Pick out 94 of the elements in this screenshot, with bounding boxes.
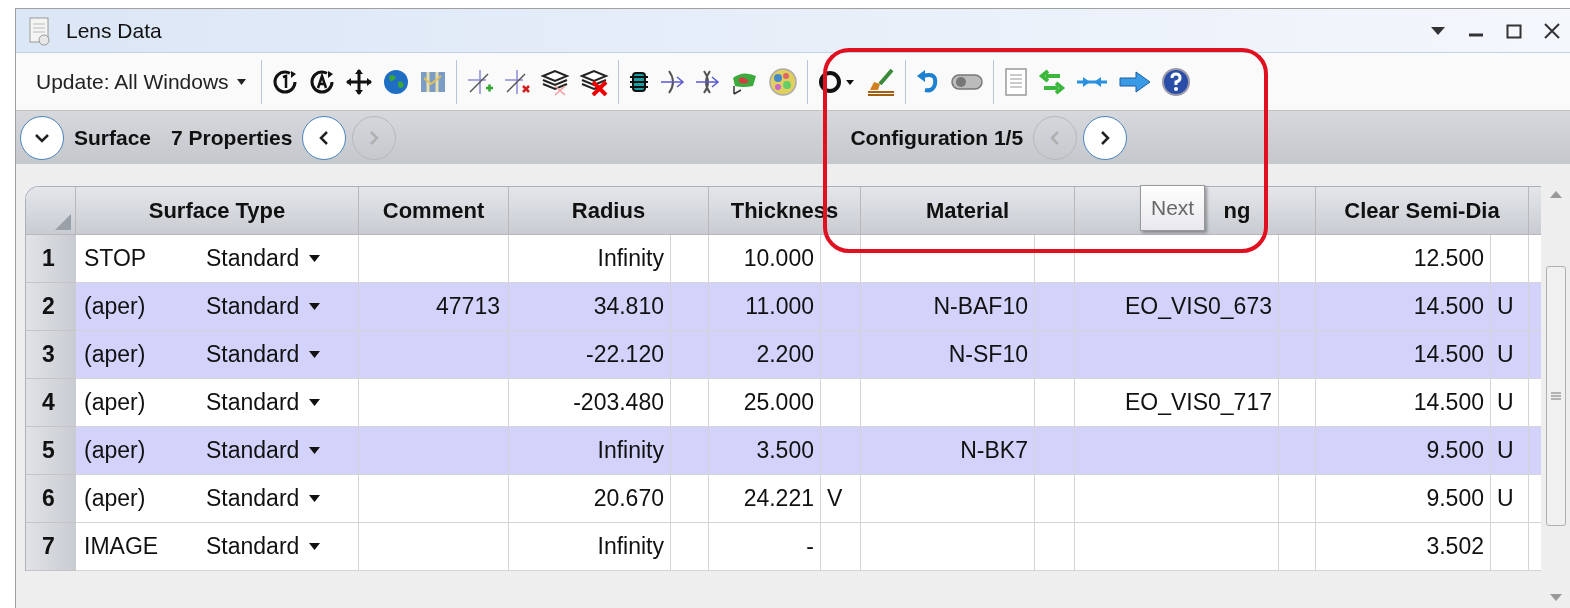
- table-cell: Infinity: [509, 523, 671, 571]
- solve-cell: U: [1491, 427, 1529, 475]
- corner-cell[interactable]: [26, 187, 76, 235]
- help-icon[interactable]: [1160, 66, 1191, 97]
- caret-icon: [309, 447, 321, 454]
- table-cell: (aper): [76, 283, 206, 331]
- row-number[interactable]: 3: [26, 331, 76, 379]
- table-cell: 14.500: [1316, 283, 1491, 331]
- table-cell: -22.120: [509, 331, 671, 379]
- caret-icon: [309, 543, 321, 550]
- delete-line-icon[interactable]: [502, 67, 531, 96]
- row-number[interactable]: 2: [26, 283, 76, 331]
- update-dropdown[interactable]: Update: All Windows: [36, 65, 252, 98]
- table-cell: [1529, 427, 1541, 475]
- table-cell: [1529, 331, 1541, 379]
- table-cell: 3.502: [1316, 523, 1491, 571]
- table-cell: 2.200: [709, 331, 821, 379]
- spot-diagram-icon[interactable]: [767, 66, 798, 97]
- chevron-left-icon: [318, 129, 331, 146]
- configuration-label: Configuration 1/5: [850, 124, 1024, 151]
- caret-icon: [309, 303, 321, 310]
- chevron-down-icon: [34, 131, 50, 144]
- table-cell: 12.500: [1316, 235, 1491, 283]
- solve-cell: U: [1491, 379, 1529, 427]
- table-cell: 34.810: [509, 283, 671, 331]
- surface-type-dropdown[interactable]: Standard: [206, 241, 321, 276]
- caret-icon: [309, 351, 321, 358]
- brush-icon[interactable]: [865, 67, 896, 96]
- scroll-up-icon[interactable]: [1550, 190, 1562, 198]
- surface-type-dropdown[interactable]: Standard: [206, 529, 321, 564]
- surface-type-dropdown[interactable]: Standard: [206, 385, 321, 420]
- table-cell: EO_VIS0_673: [1075, 283, 1279, 331]
- window-title: Lens Data: [66, 17, 162, 44]
- row-number[interactable]: 1: [26, 235, 76, 283]
- column-header[interactable]: Radius: [509, 187, 709, 235]
- table-cell: 14.500: [1316, 331, 1491, 379]
- select-all-icon: [55, 214, 71, 230]
- document-icon: [28, 15, 52, 46]
- column-header[interactable]: Material: [861, 187, 1075, 235]
- table-cell: N-BAF10: [861, 283, 1035, 331]
- row-number[interactable]: 5: [26, 427, 76, 475]
- row-number[interactable]: 6: [26, 475, 76, 523]
- close-icon[interactable]: [1544, 22, 1560, 39]
- table-cell: 14.500: [1316, 379, 1491, 427]
- table-cell: 25.000: [709, 379, 821, 427]
- table-cell: -203.480: [509, 379, 671, 427]
- globe-icon[interactable]: [381, 67, 410, 96]
- surface-type-dropdown[interactable]: Standard: [206, 481, 321, 516]
- caret-icon: [309, 255, 321, 262]
- column-header[interactable]: Clear Semi-Dia: [1316, 187, 1529, 235]
- dropdown-caret-icon[interactable]: [1430, 25, 1446, 36]
- properties-label: 7 Properties: [171, 124, 293, 151]
- table-cell: 24.221: [709, 475, 821, 523]
- table-cell: (aper): [76, 427, 206, 475]
- table-cell: Infinity: [509, 427, 671, 475]
- table-cell: N-SF10: [861, 331, 1035, 379]
- table-cell: 10.000: [709, 235, 821, 283]
- caret-icon: [236, 78, 246, 85]
- table-cell: 9.500: [1316, 427, 1491, 475]
- table-cell: Infinity: [509, 235, 671, 283]
- scroll-thumb[interactable]: [1546, 266, 1566, 526]
- table-cell: 9.500: [1316, 475, 1491, 523]
- chevron-left-icon: [1049, 129, 1062, 146]
- table-cell: [1529, 283, 1541, 331]
- table-cell: 11.000: [709, 283, 821, 331]
- add-line-icon[interactable]: [465, 67, 494, 96]
- maximize-icon[interactable]: [1506, 22, 1522, 39]
- grip-icon: [1551, 392, 1561, 400]
- solve-cell: V: [821, 475, 861, 523]
- column-header[interactable]: Surface Type: [76, 187, 359, 235]
- chevron-right-icon: [1099, 129, 1112, 146]
- solve-cell: U: [1491, 283, 1529, 331]
- section-label: Surface: [74, 124, 152, 151]
- table-cell: 3.500: [709, 427, 821, 475]
- caret-icon: [309, 495, 321, 502]
- delete-layers-icon[interactable]: [578, 67, 609, 96]
- chevron-right-icon: [368, 129, 381, 146]
- move-icon[interactable]: [344, 67, 373, 96]
- caret-icon: [309, 399, 321, 406]
- solve-cell: U: [1491, 475, 1529, 523]
- table-cell: -: [709, 523, 821, 571]
- tooltip: Next: [1140, 185, 1206, 231]
- table-cell: 20.670: [509, 475, 671, 523]
- collapse-button[interactable]: [20, 115, 64, 160]
- row-number[interactable]: 7: [26, 523, 76, 571]
- column-header[interactable]: Comment: [359, 187, 509, 235]
- table-cell: 47713: [359, 283, 509, 331]
- layers-icon[interactable]: [539, 67, 570, 96]
- solve-cell: U: [1491, 331, 1529, 379]
- table-cell: N-BK7: [861, 427, 1035, 475]
- table-cell: EO_VIS0_717: [1075, 379, 1279, 427]
- scroll-down-icon[interactable]: [1550, 594, 1562, 602]
- row-number[interactable]: 4: [26, 379, 76, 427]
- table-cell: (aper): [76, 331, 206, 379]
